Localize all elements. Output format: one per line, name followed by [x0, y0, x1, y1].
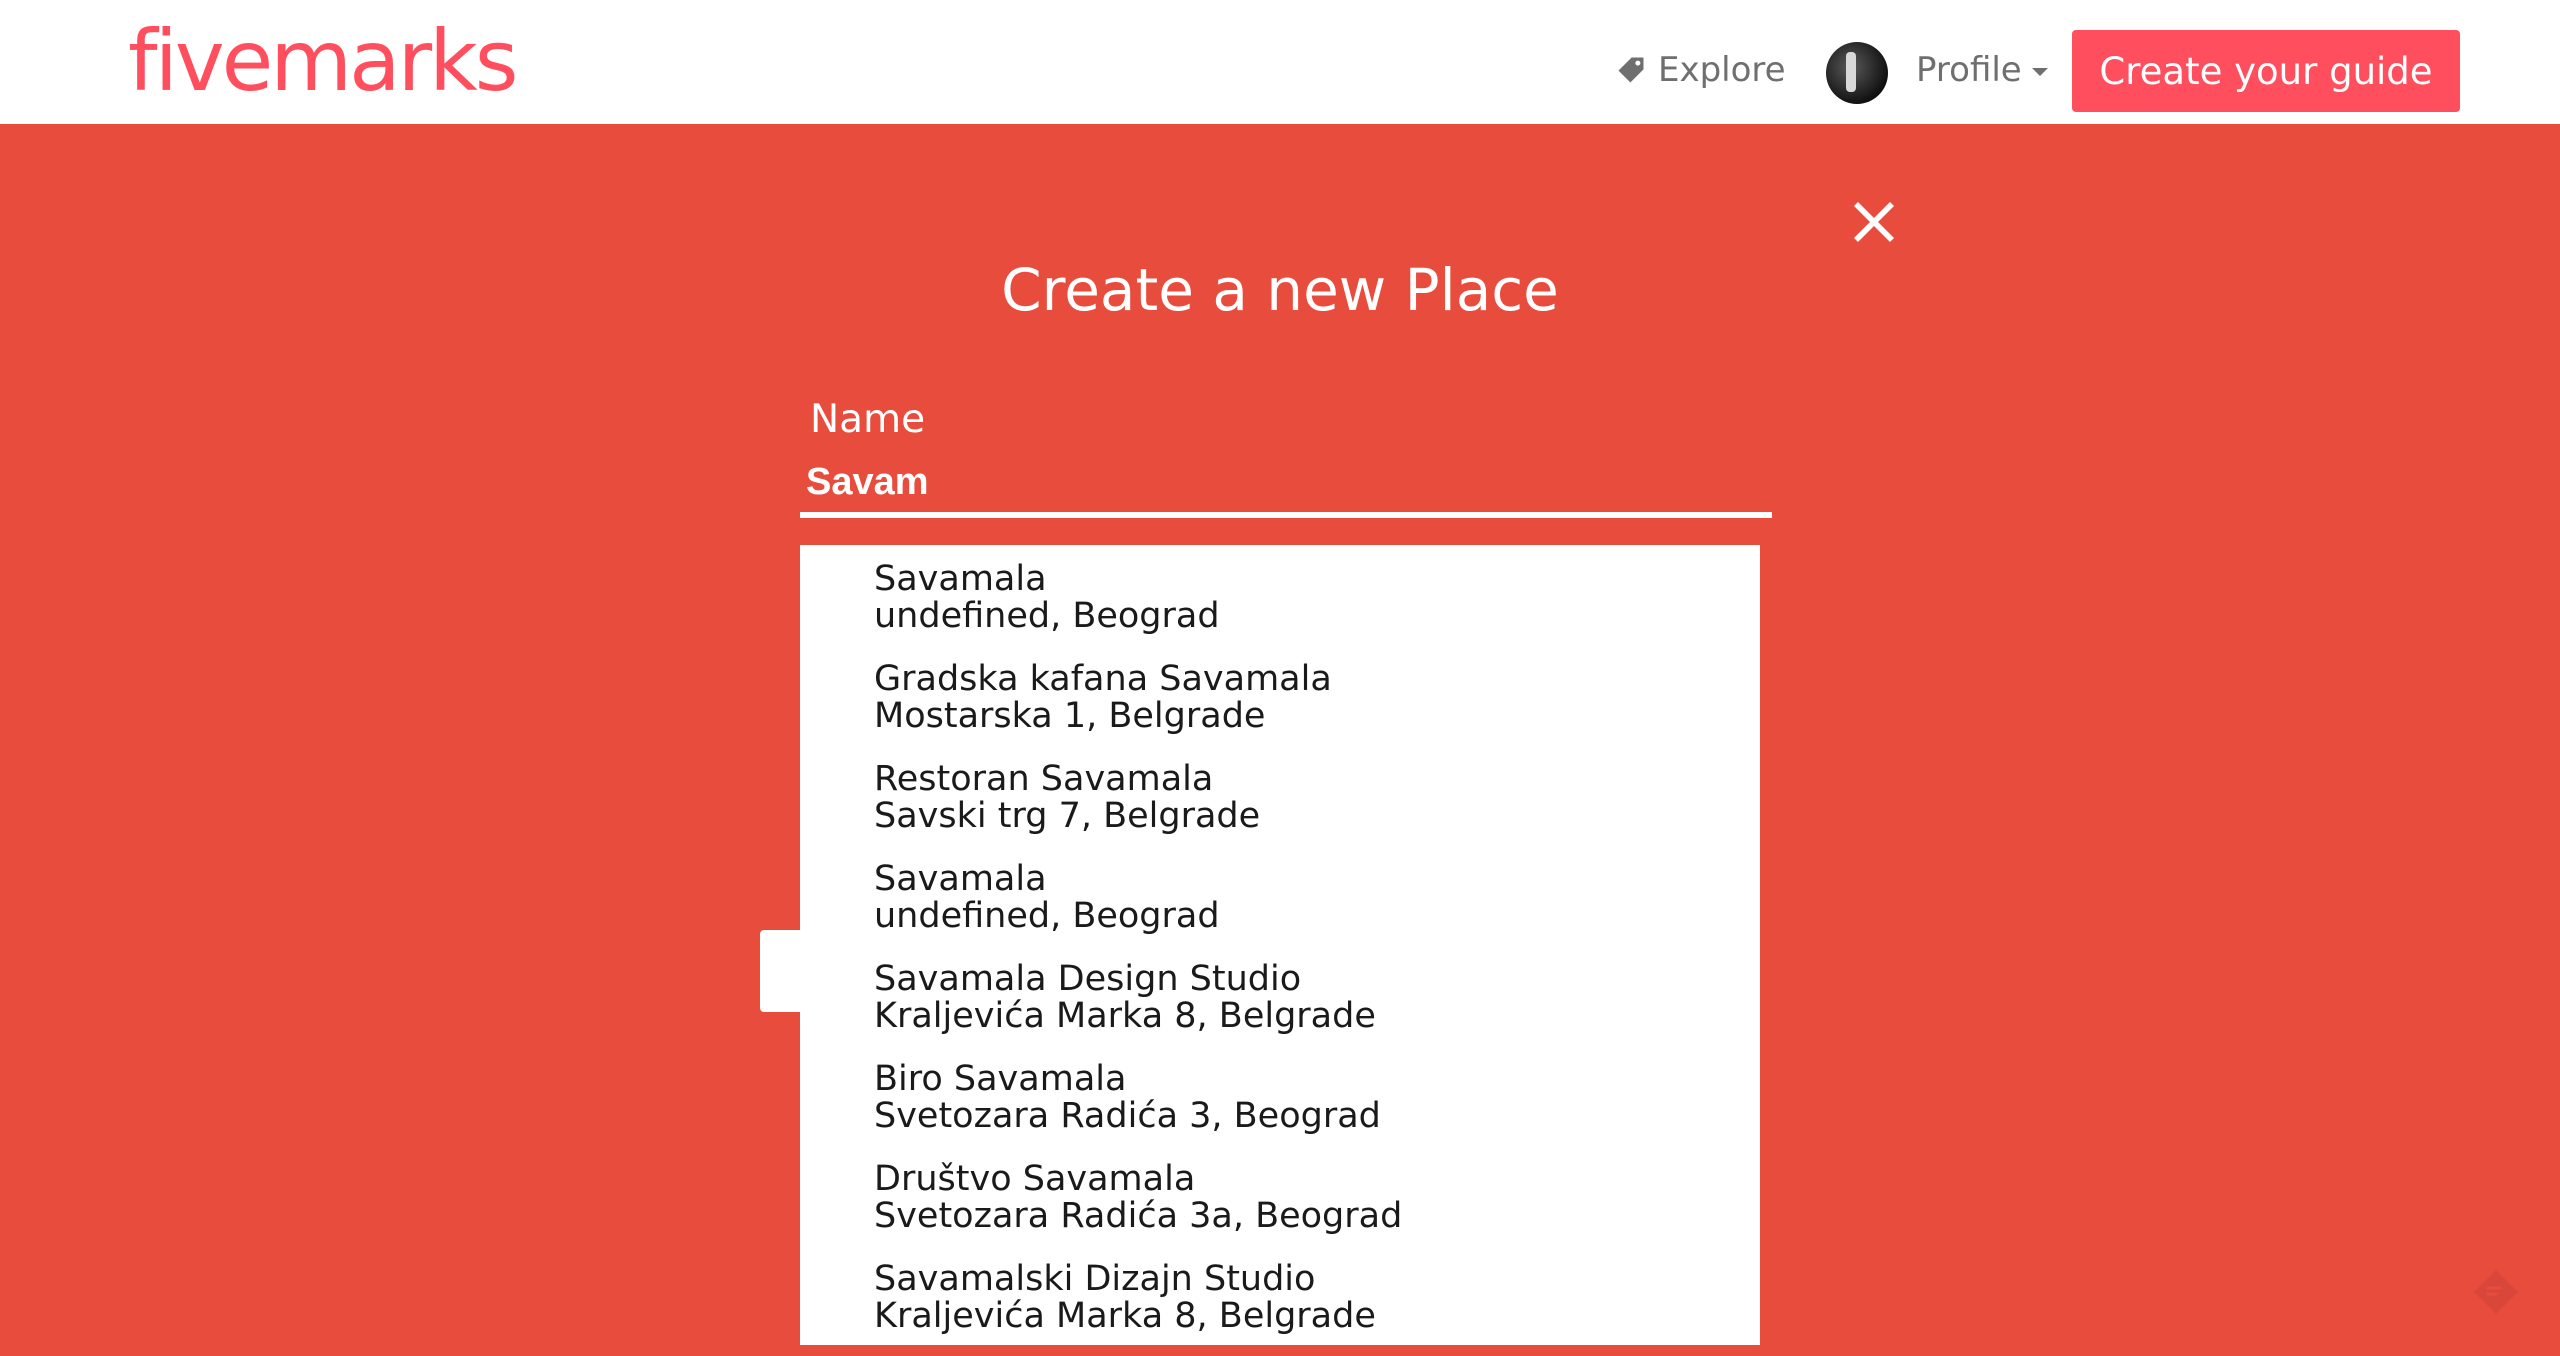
suggestion-address: Svetozara Radića 3a, Beograd	[874, 1196, 1403, 1236]
suggestion-item[interactable]: Restoran Savamala Savski trg 7, Belgrade	[800, 753, 1760, 853]
suggestion-address: undefined, Beograd	[874, 896, 1220, 936]
caret-down-icon	[2031, 68, 2048, 76]
suggestion-item[interactable]: Savamala Design Studio Kraljevića Marka …	[800, 953, 1760, 1053]
suggestion-name: Restoran Savamala	[874, 759, 1214, 799]
close-icon[interactable]	[1848, 196, 1900, 248]
user-avatar[interactable]	[1826, 42, 1888, 104]
suggestion-address: Svetozara Radića 3, Beograd	[874, 1096, 1381, 1136]
nav-profile-dropdown[interactable]: Profile	[1916, 40, 2048, 100]
suggestion-address: undefined, Beograd	[874, 596, 1220, 636]
suggestion-item[interactable]: Savamalski Dizajn Studio Kraljevića Mark…	[800, 1253, 1760, 1353]
autocomplete-dropdown: Savamala undefined, Beograd Gradska kafa…	[800, 545, 1760, 1345]
suggestion-address: Mostarska 1, Belgrade	[874, 696, 1266, 736]
nav-explore-label: Explore	[1658, 50, 1786, 90]
suggestion-address: Kraljevića Marka 8, Belgrade	[874, 1296, 1376, 1336]
suggestion-name: Savamalski Dizajn Studio	[874, 1259, 1316, 1299]
suggestion-address: Savski trg 7, Belgrade	[874, 796, 1261, 836]
suggestion-name: Društvo Savamala	[874, 1159, 1196, 1199]
fivemarks-logo[interactable]: fivemarks	[128, 6, 519, 116]
nav-explore-link[interactable]: Explore	[1616, 40, 1786, 100]
name-field-label: Name	[810, 397, 926, 442]
suggestion-item[interactable]: Gradska kafana Savamala Mostarska 1, Bel…	[800, 653, 1760, 753]
suggestion-item[interactable]: Savamala undefined, Beograd	[800, 853, 1760, 953]
suggestion-name: Savamala	[874, 859, 1047, 899]
suggestion-name: Gradska kafana Savamala	[874, 659, 1332, 699]
create-guide-button[interactable]: Create your guide	[2072, 30, 2460, 112]
suggestion-address: Kraljevića Marka 8, Belgrade	[874, 996, 1376, 1036]
suggestion-name: Biro Savamala	[874, 1059, 1127, 1099]
suggestion-item[interactable]: Društvo Savamala Svetozara Radića 3a, Be…	[800, 1153, 1760, 1253]
tag-icon	[1618, 57, 1644, 83]
obscured-button-edge[interactable]	[760, 930, 800, 1012]
suggestion-item[interactable]: Savamala undefined, Beograd	[800, 553, 1760, 653]
nav-profile-label: Profile	[1916, 50, 2022, 90]
suggestion-name: Savamala Design Studio	[874, 959, 1302, 999]
suggestion-name: Savamala	[874, 559, 1047, 599]
feedback-icon[interactable]	[2470, 1266, 2522, 1318]
modal-title: Create a new Place	[1001, 256, 1559, 324]
place-name-input[interactable]	[800, 452, 1772, 518]
suggestion-item[interactable]: Biro Savamala Svetozara Radića 3, Beogra…	[800, 1053, 1760, 1153]
top-navbar: fivemarks Explore Profile Create your gu…	[0, 0, 2560, 124]
